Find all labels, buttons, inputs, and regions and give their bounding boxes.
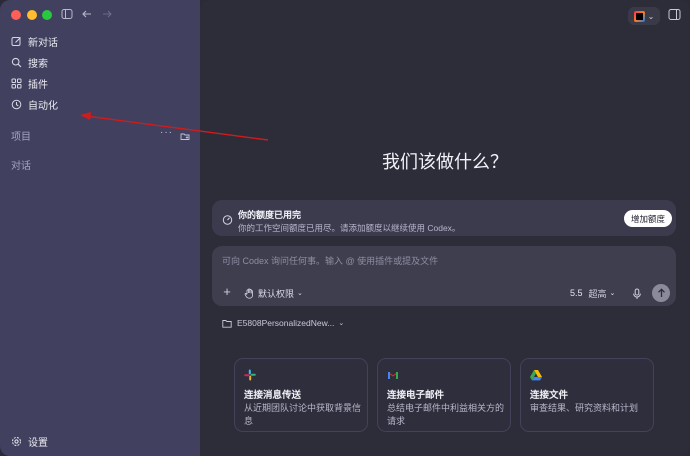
hand-icon <box>244 288 254 299</box>
composer[interactable]: 可向 Codex 询问任何事。输入 @ 使用插件或提及文件 + 默认权限 ⌄ 5… <box>212 246 676 306</box>
sidebar-item-new-chat[interactable]: 新对话 <box>10 32 58 50</box>
add-project-icon[interactable] <box>180 128 190 140</box>
card-description: 总结电子邮件中利益相关方的请求 <box>387 403 505 426</box>
chevron-down-icon: ⌄ <box>647 11 655 21</box>
permissions-dropdown[interactable]: 默认权限 ⌄ <box>244 286 303 300</box>
model-selector[interactable]: 5.5 超高 ⌄ <box>570 286 615 300</box>
card-description: 审查结果、研究资料和计划 <box>530 403 639 413</box>
reasoning-mode-label: 超高 <box>588 288 607 299</box>
clock-icon <box>10 98 22 110</box>
back-arrow-icon[interactable] <box>80 8 94 22</box>
project-selector[interactable]: E5808PersonalizedNew... ⌄ <box>222 317 344 329</box>
model-label: 5.5 <box>570 288 583 298</box>
quota-banner: 你的额度已用完 你的工作空间额度已用尽。请添加额度以继续使用 Codex。 增加… <box>212 200 676 236</box>
sidebar-item-label: 搜索 <box>28 58 48 70</box>
app-window: 新对话 搜索 插件 自动化 项目 ··· 对话 设置 ⌄ 我们该做什么？ 你的额… <box>0 0 690 456</box>
add-attachment-icon[interactable]: + <box>221 285 233 298</box>
forward-arrow-icon[interactable] <box>100 8 114 22</box>
toggle-sidebar-icon[interactable] <box>60 8 74 22</box>
settings-button[interactable]: 设置 <box>10 432 48 450</box>
sidebar-item-label: 插件 <box>28 79 48 91</box>
quota-description: 你的工作空间额度已用尽。请添加额度以继续使用 Codex。 <box>238 223 461 233</box>
chevron-down-icon: ⌄ <box>609 290 616 297</box>
microphone-icon[interactable] <box>632 287 642 299</box>
project-name: E5808PersonalizedNew... <box>237 318 335 328</box>
chevron-down-icon: ⌄ <box>297 290 303 297</box>
connect-messaging-card[interactable]: 连接消息传送 从近期团队讨论中获取背景信息 <box>234 358 368 432</box>
card-title: 连接消息传送 <box>244 390 302 401</box>
sidebar: 新对话 搜索 插件 自动化 项目 ··· 对话 设置 <box>0 0 200 456</box>
chats-section-label: 对话 <box>11 161 31 172</box>
card-title: 连接电子邮件 <box>387 390 445 401</box>
send-button[interactable] <box>652 284 670 302</box>
connect-email-card[interactable]: 连接电子邮件 总结电子邮件中利益相关方的请求 <box>377 358 511 432</box>
prompt-input[interactable]: 可向 Codex 询问任何事。输入 @ 使用插件或提及文件 <box>222 254 438 267</box>
edit-icon <box>10 35 22 47</box>
connect-files-card[interactable]: 连接文件 审查结果、研究资料和计划 <box>520 358 654 432</box>
sidebar-item-label: 新对话 <box>28 37 58 49</box>
folder-icon <box>222 319 232 328</box>
sidebar-item-search[interactable]: 搜索 <box>10 53 48 71</box>
permissions-label: 默认权限 <box>258 288 295 299</box>
more-options-icon[interactable]: ··· <box>160 127 173 138</box>
settings-label: 设置 <box>28 437 48 449</box>
chevron-down-icon: ⌄ <box>338 320 345 327</box>
slack-icon <box>244 368 256 381</box>
google-drive-icon <box>530 368 542 381</box>
ide-logo-icon <box>633 10 645 22</box>
toggle-panel-icon[interactable] <box>668 8 682 22</box>
add-credits-button[interactable]: 增加额度 <box>624 210 672 227</box>
sidebar-item-label: 自动化 <box>28 100 58 112</box>
gear-icon <box>10 435 22 447</box>
main-panel: ⌄ 我们该做什么？ 你的额度已用完 你的工作空间额度已用尽。请添加额度以继续使用… <box>200 0 690 456</box>
gauge-icon <box>222 212 234 225</box>
gmail-icon <box>387 368 399 380</box>
plugins-icon <box>10 77 22 89</box>
open-in-ide-button[interactable]: ⌄ <box>628 7 660 25</box>
quota-title: 你的额度已用完 <box>238 210 302 220</box>
search-icon <box>10 56 22 68</box>
sidebar-item-automation[interactable]: 自动化 <box>10 95 58 113</box>
card-description: 从近期团队讨论中获取背景信息 <box>244 403 362 426</box>
zoom-window-button[interactable] <box>42 10 52 20</box>
projects-section-label: 项目 <box>11 132 31 143</box>
close-window-button[interactable] <box>11 10 21 20</box>
card-title: 连接文件 <box>530 390 569 401</box>
page-title: 我们该做什么？ <box>382 152 508 172</box>
minimize-window-button[interactable] <box>27 10 37 20</box>
sidebar-item-plugins[interactable]: 插件 <box>10 74 48 92</box>
